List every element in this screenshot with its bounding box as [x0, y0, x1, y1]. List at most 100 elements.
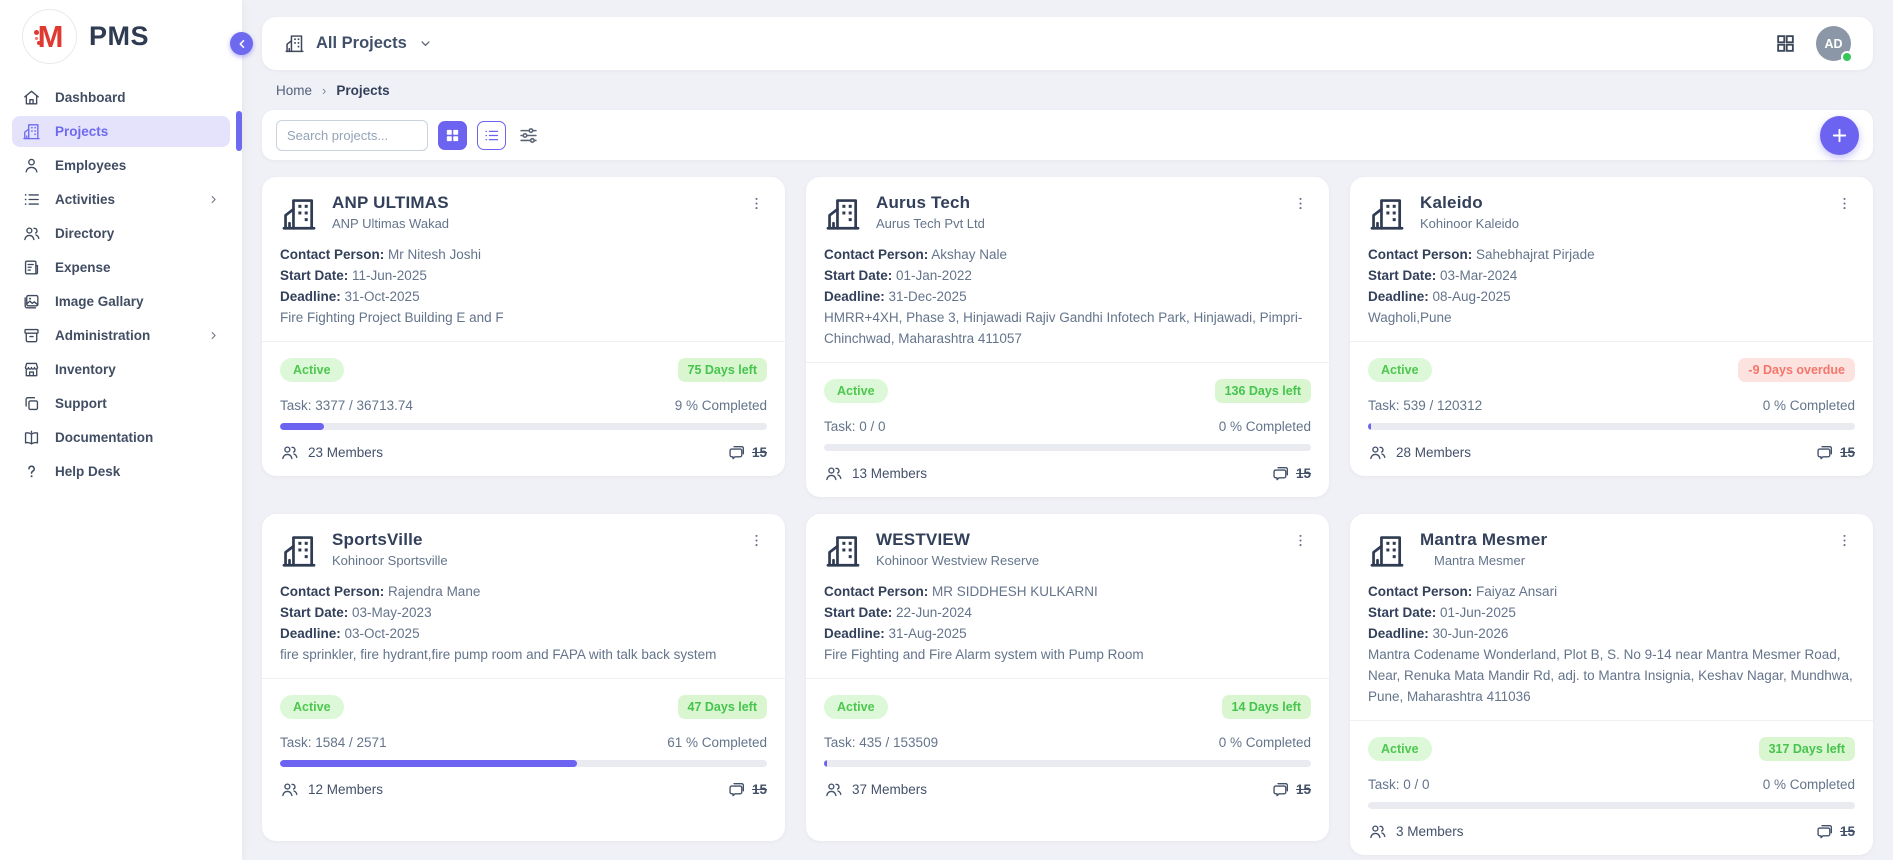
- sidebar-item-inventory[interactable]: Inventory: [12, 354, 230, 385]
- person-icon: [22, 156, 41, 175]
- project-name: Aurus Tech: [876, 193, 1276, 213]
- chat-group[interactable]: 15: [1272, 464, 1311, 483]
- contact-value: Akshay Nale: [931, 247, 1007, 262]
- status-badge: Active: [1368, 737, 1432, 761]
- project-card[interactable]: SportsVille Kohinoor Sportsville Contact…: [262, 514, 785, 841]
- apps-grid-button[interactable]: [1775, 33, 1796, 54]
- contact-value: MR SIDDHESH KULKARNI: [932, 584, 1098, 599]
- chat-group[interactable]: 15: [728, 443, 767, 462]
- card-menu-button[interactable]: [746, 193, 767, 214]
- app-logo: M PMS: [0, 0, 242, 72]
- card-menu-button[interactable]: [746, 530, 767, 551]
- start-line: Start Date: 01-Jan-2022: [824, 265, 1311, 286]
- sidebar-item-activities[interactable]: Activities: [12, 184, 230, 215]
- members-group[interactable]: 3 Members: [1368, 822, 1464, 841]
- chat-group[interactable]: 15: [1816, 822, 1855, 841]
- projects-toolbar: [262, 110, 1873, 160]
- task-count: Task: 3377 / 36713.74: [280, 398, 413, 413]
- card-menu-button[interactable]: [1834, 193, 1855, 214]
- grid-view-icon: [444, 127, 461, 144]
- card-menu-button[interactable]: [1290, 193, 1311, 214]
- search-input[interactable]: [276, 120, 428, 151]
- project-subtitle: Kohinoor Westview Reserve: [876, 553, 1276, 568]
- divider: [262, 341, 785, 342]
- sidebar-item-support[interactable]: Support: [12, 388, 230, 419]
- members-group[interactable]: 12 Members: [280, 780, 383, 799]
- divider: [806, 678, 1329, 679]
- chat-count: 15: [1840, 824, 1855, 839]
- building-icon: [280, 195, 318, 233]
- progress-bar: [824, 444, 1311, 451]
- chat-count: 15: [1840, 445, 1855, 460]
- sidebar-item-administration[interactable]: Administration: [12, 320, 230, 351]
- card-menu-button[interactable]: [1834, 530, 1855, 551]
- project-card[interactable]: Aurus Tech Aurus Tech Pvt Ltd Contact Pe…: [806, 177, 1329, 497]
- breadcrumb-home[interactable]: Home: [276, 83, 312, 98]
- members-group[interactable]: 23 Members: [280, 443, 383, 462]
- chevron-down-icon: [418, 36, 433, 51]
- members-icon: [1368, 822, 1387, 841]
- sidebar-item-dashboard[interactable]: Dashboard: [12, 82, 230, 113]
- sidebar-item-expense[interactable]: Expense: [12, 252, 230, 283]
- members-icon: [1368, 443, 1387, 462]
- status-badge: Active: [280, 695, 344, 719]
- card-menu-button[interactable]: [1290, 530, 1311, 551]
- members-count: 12 Members: [308, 782, 383, 797]
- days-left-badge: 14 Days left: [1222, 695, 1311, 719]
- project-subtitle: Aurus Tech Pvt Ltd: [876, 216, 1276, 231]
- sidebar-item-projects[interactable]: Projects: [12, 116, 230, 147]
- building-icon: [22, 122, 41, 141]
- avatar[interactable]: AD: [1816, 26, 1851, 61]
- plus-icon: [1830, 126, 1849, 145]
- grid-view-button[interactable]: [438, 121, 467, 150]
- chat-group[interactable]: 15: [1816, 443, 1855, 462]
- start-line: Start Date: 11-Jun-2025: [280, 265, 767, 286]
- project-card[interactable]: WESTVIEW Kohinoor Westview Reserve Conta…: [806, 514, 1329, 841]
- deadline-value: 03-Oct-2025: [345, 626, 420, 641]
- members-count: 13 Members: [852, 466, 927, 481]
- sidebar-item-help-desk[interactable]: Help Desk: [12, 456, 230, 487]
- breadcrumb-current: Projects: [336, 83, 389, 98]
- project-subtitle: Kohinoor Sportsville: [332, 553, 732, 568]
- kebab-icon: [1292, 532, 1309, 549]
- deadline-line: Deadline: 03-Oct-2025: [280, 623, 767, 644]
- members-icon: [280, 443, 299, 462]
- sidebar-item-directory[interactable]: Directory: [12, 218, 230, 249]
- project-card[interactable]: Mantra Mesmer Mantra Mesmer Contact Pers…: [1350, 514, 1873, 855]
- task-count: Task: 1584 / 2571: [280, 735, 387, 750]
- days-left-badge: 47 Days left: [678, 695, 767, 719]
- add-project-button[interactable]: [1820, 116, 1859, 155]
- chat-group[interactable]: 15: [728, 780, 767, 799]
- book-icon: [22, 428, 41, 447]
- project-description: Fire Fighting Project Building E and F: [280, 307, 767, 328]
- list-view-button[interactable]: [477, 121, 506, 150]
- start-line: Start Date: 22-Jun-2024: [824, 602, 1311, 623]
- members-icon: [280, 780, 299, 799]
- sidebar-item-image-gallery[interactable]: Image Gallary: [12, 286, 230, 317]
- sidebar-collapse-button[interactable]: [230, 32, 253, 55]
- project-name: Mantra Mesmer: [1420, 530, 1820, 550]
- members-group[interactable]: 37 Members: [824, 780, 927, 799]
- progress-bar: [824, 760, 1311, 767]
- project-card[interactable]: Kaleido Kohinoor Kaleido Contact Person:…: [1350, 177, 1873, 476]
- deadline-line: Deadline: 30-Jun-2026: [1368, 623, 1855, 644]
- deadline-line: Deadline: 08-Aug-2025: [1368, 286, 1855, 307]
- divider: [1350, 341, 1873, 342]
- sidebar-item-documentation[interactable]: Documentation: [12, 422, 230, 453]
- project-card[interactable]: ANP ULTIMAS ANP Ultimas Wakad Contact Pe…: [262, 177, 785, 476]
- task-count: Task: 0 / 0: [1368, 777, 1430, 792]
- members-group[interactable]: 28 Members: [1368, 443, 1471, 462]
- sidebar-item-employees[interactable]: Employees: [12, 150, 230, 181]
- members-group[interactable]: 13 Members: [824, 464, 927, 483]
- filter-button[interactable]: [516, 125, 541, 146]
- sidebar-item-label: Help Desk: [55, 464, 120, 479]
- chat-group[interactable]: 15: [1272, 780, 1311, 799]
- chat-icon: [1816, 443, 1835, 462]
- project-scope-selector[interactable]: All Projects: [284, 33, 433, 54]
- chevron-right-icon: [207, 193, 220, 206]
- project-cards-grid: ANP ULTIMAS ANP Ultimas Wakad Contact Pe…: [262, 177, 1873, 855]
- sidebar-nav: Dashboard Projects Employees Activities …: [0, 72, 242, 500]
- building-icon: [280, 532, 318, 570]
- project-subtitle: ANP Ultimas Wakad: [332, 216, 732, 231]
- list-icon: [22, 190, 41, 209]
